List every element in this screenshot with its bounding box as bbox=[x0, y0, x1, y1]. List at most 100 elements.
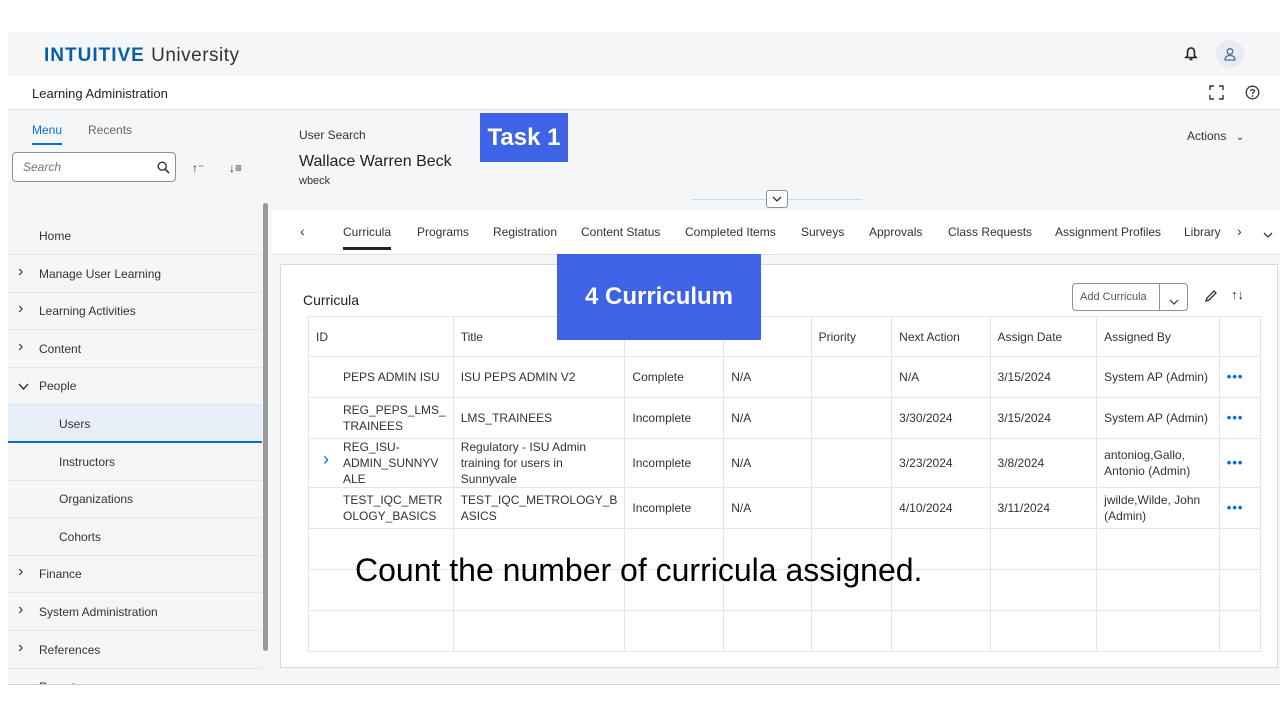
cell-text: 3/11/2024 bbox=[997, 501, 1051, 515]
column-header[interactable]: ID bbox=[308, 316, 454, 357]
search-field[interactable] bbox=[12, 152, 176, 182]
cell-text[interactable]: REG_ISU- ADMIN_SUNNYV ALE bbox=[343, 440, 438, 486]
actions-button[interactable]: Actions ⌄ bbox=[1187, 129, 1244, 143]
row-more-icon[interactable]: ••• bbox=[1218, 397, 1262, 439]
search-icon[interactable] bbox=[157, 161, 170, 179]
sidebar-item-manage-user-learning[interactable]: › Manage User Learning bbox=[8, 255, 262, 293]
chevron-right-icon[interactable]: › bbox=[18, 263, 23, 281]
table-row[interactable]: TEST_IQC_METR OLOGY_BASICS TEST_IQC_METRO… bbox=[308, 487, 1262, 529]
cell-title: LMS_TRAINEES bbox=[452, 397, 626, 439]
sidebar-item-learning-activities[interactable]: › Learning Activities bbox=[8, 292, 262, 331]
notification-bell-icon[interactable] bbox=[1183, 46, 1199, 62]
breadcrumb[interactable]: User Search bbox=[299, 128, 366, 142]
chevron-down-icon[interactable] bbox=[18, 379, 29, 393]
tab-library[interactable]: Library bbox=[1184, 225, 1221, 239]
chevron-right-icon[interactable]: › bbox=[323, 450, 329, 468]
column-header[interactable]: Priority bbox=[810, 316, 893, 357]
chevron-right-icon[interactable]: › bbox=[18, 639, 23, 657]
table-row[interactable]: PEPS ADMIN ISU ISU PEPS ADMIN V2 Complete N… bbox=[308, 356, 1262, 398]
column-header[interactable]: Assigned By bbox=[1096, 316, 1220, 357]
cell-required-date: N/A bbox=[723, 438, 812, 488]
table-row[interactable]: › REG_ISU- ADMIN_SUNNYV ALE Regulatory - I… bbox=[308, 438, 1262, 488]
cell-next-action: N/A bbox=[891, 356, 991, 398]
sidebar-item-system-administration[interactable]: › System Administration bbox=[8, 593, 262, 631]
sidebar-item-cohorts[interactable]: Cohorts bbox=[8, 518, 262, 556]
tab-approvals[interactable]: Approvals bbox=[869, 225, 922, 239]
column-header[interactable] bbox=[1218, 316, 1262, 357]
sidebar-item-finance[interactable]: › Finance bbox=[8, 555, 262, 594]
sidebar-item-references[interactable]: › References bbox=[8, 631, 262, 669]
tab-curricula[interactable]: Curricula bbox=[343, 225, 392, 250]
user-id: wbeck bbox=[299, 175, 331, 187]
sidebar-item-content[interactable]: › Content bbox=[8, 330, 262, 368]
chevron-right-icon[interactable]: › bbox=[18, 300, 23, 318]
user-avatar[interactable] bbox=[1216, 40, 1244, 68]
cell-text[interactable]: Regulatory - ISU Admin training for user… bbox=[461, 440, 586, 486]
edit-icon[interactable] bbox=[1204, 289, 1218, 308]
tab-surveys[interactable]: Surveys bbox=[801, 225, 844, 239]
subheader-title: Learning Administration bbox=[32, 86, 168, 101]
collapse-header-button[interactable] bbox=[766, 190, 788, 208]
cell-text: 3/30/2024 bbox=[899, 411, 953, 425]
column-header[interactable]: Assign Date bbox=[989, 316, 1098, 357]
sidebar-item-users[interactable]: Users bbox=[8, 405, 262, 443]
column-header[interactable]: Next Action bbox=[891, 316, 991, 357]
cell-text[interactable]: REG_PEPS_LMS_ TRAINEES bbox=[343, 403, 446, 433]
cell-text[interactable]: TEST_IQC_METR OLOGY_BASICS bbox=[343, 493, 442, 523]
row-more-icon[interactable]: ••• bbox=[1218, 438, 1262, 488]
tab-registration[interactable]: Registration bbox=[493, 225, 557, 239]
tab-menu[interactable]: Menu bbox=[32, 123, 63, 145]
cell-assign-date: 3/8/2024 bbox=[989, 438, 1098, 488]
tab-assignment-profiles[interactable]: Assignment Profiles bbox=[1055, 225, 1161, 239]
empty-cell bbox=[891, 610, 991, 652]
sidebar-item-label: Learning Activities bbox=[39, 304, 136, 319]
sidebar-item-home[interactable]: Home bbox=[8, 217, 262, 255]
add-curricula-button[interactable]: Add Curricula bbox=[1072, 283, 1188, 311]
cell-text: 3/15/2024 bbox=[997, 411, 1051, 425]
empty-cell bbox=[1218, 528, 1262, 570]
sidebar-item-label: Cohorts bbox=[59, 529, 102, 544]
chevron-right-icon[interactable]: › bbox=[18, 601, 23, 619]
main-content: User Search Wallace Warren Beck wbeck Ac… bbox=[272, 111, 1280, 684]
cell-text: N/A bbox=[731, 411, 752, 425]
table-row[interactable]: REG_PEPS_LMS_ TRAINEES LMS_TRAINEES Incomp… bbox=[308, 397, 1262, 439]
sort-ascending-icon[interactable]: ↑⁻ bbox=[192, 161, 204, 175]
tab-completed-items[interactable]: Completed Items bbox=[685, 225, 776, 239]
empty-cell bbox=[723, 610, 812, 652]
tab-overflow-icon[interactable] bbox=[1263, 225, 1273, 243]
cell-text[interactable]: LMS_TRAINEES bbox=[461, 411, 552, 425]
logo-brand: INTUITIVE bbox=[44, 45, 145, 66]
sidebar-item-instructors[interactable]: Instructors bbox=[8, 443, 262, 481]
tab-recents[interactable]: Recents bbox=[88, 123, 132, 137]
sidebar-item-people[interactable]: People bbox=[8, 367, 262, 406]
cell-text: jwilde,Wilde, John (Admin) bbox=[1104, 493, 1201, 523]
tab-scroll-left-icon[interactable]: ‹ bbox=[300, 223, 305, 239]
chevron-right-icon[interactable]: › bbox=[18, 338, 23, 356]
empty-cell bbox=[1096, 528, 1220, 570]
sort-descending-icon[interactable]: ↓≡ bbox=[229, 161, 242, 175]
sidebar-scrollbar-thumb[interactable] bbox=[263, 203, 268, 651]
sidebar-item-reports[interactable]: Reports bbox=[8, 668, 262, 684]
cell-text[interactable]: PEPS ADMIN ISU bbox=[343, 370, 440, 384]
cell-text[interactable]: TEST_IQC_METROLOGY_B ASICS bbox=[461, 493, 618, 523]
cell-text: N/A bbox=[899, 370, 920, 384]
tab-content-status[interactable]: Content Status bbox=[581, 225, 660, 239]
tab-class-requests[interactable]: Class Requests bbox=[948, 225, 1032, 239]
tab-scroll-right-icon[interactable]: › bbox=[1237, 223, 1242, 239]
help-icon[interactable] bbox=[1245, 85, 1260, 105]
search-input[interactable] bbox=[23, 160, 143, 174]
cell-text[interactable]: ISU PEPS ADMIN V2 bbox=[461, 370, 576, 384]
row-more-icon[interactable]: ••• bbox=[1218, 487, 1262, 529]
chevron-right-icon[interactable]: › bbox=[18, 563, 23, 581]
fullscreen-icon[interactable] bbox=[1209, 85, 1224, 105]
cell-id: › REG_ISU- ADMIN_SUNNYV ALE bbox=[308, 438, 454, 488]
button-divider bbox=[1159, 284, 1160, 310]
sidebar-item-organizations[interactable]: Organizations bbox=[8, 480, 262, 519]
tab-programs[interactable]: Programs bbox=[417, 225, 469, 239]
sidebar-item-label: Home bbox=[39, 229, 72, 243]
chevron-down-icon[interactable] bbox=[1169, 292, 1179, 310]
empty-cell bbox=[308, 610, 454, 652]
app-logo[interactable]: INTUITIVE University bbox=[44, 45, 240, 67]
row-more-icon[interactable]: ••• bbox=[1218, 356, 1262, 398]
sort-icon[interactable]: ↑↓ bbox=[1231, 287, 1244, 302]
